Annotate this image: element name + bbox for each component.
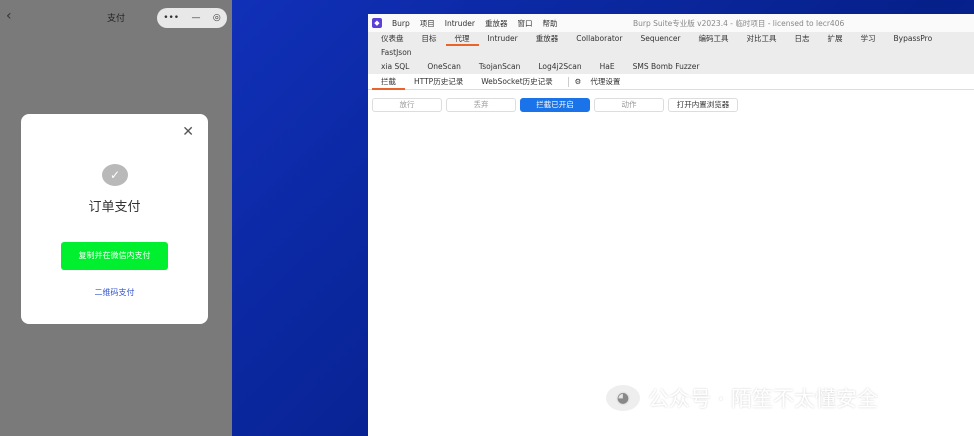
tab-target[interactable]: 目标: [413, 32, 446, 46]
tab-collaborator[interactable]: Collaborator: [567, 32, 631, 46]
gear-icon: ⚙: [574, 77, 582, 86]
more-icon[interactable]: •••: [163, 13, 179, 23]
tab-learn[interactable]: 学习: [852, 32, 885, 46]
wechat-icon: ◕: [606, 385, 640, 411]
divider: [567, 76, 569, 87]
subtab-http-history[interactable]: HTTP历史记录: [405, 74, 472, 90]
intercept-toggle[interactable]: 拦截已开启: [520, 98, 590, 112]
tab-repeater[interactable]: 重放器: [527, 32, 568, 46]
intercept-toolbar: 放行 丢弃 拦截已开启 动作 打开内置浏览器: [372, 98, 738, 112]
tab-fastjson[interactable]: FastJson: [372, 46, 421, 60]
close-circle-icon[interactable]: ◎: [213, 13, 221, 23]
main-tabs: 仪表盘 目标 代理 Intruder 重放器 Collaborator Sequ…: [368, 32, 974, 60]
menu-project[interactable]: 项目: [420, 18, 435, 29]
watermark-text: 公众号 · 陌笙不太懂安全: [648, 387, 879, 411]
tab-dashboard[interactable]: 仪表盘: [372, 32, 413, 46]
modal-title: 订单支付: [88, 200, 141, 215]
proxy-subtabs: 拦截 HTTP历史记录 WebSocket历史记录 ⚙ 代理设置: [368, 74, 974, 90]
payment-modal: ✕ ✓ 订单支付 复制并在微信内支付 二维码支付: [21, 114, 208, 324]
menu-window[interactable]: 窗口: [517, 18, 532, 29]
tab-sequencer[interactable]: Sequencer: [631, 32, 689, 46]
close-icon[interactable]: ✕: [182, 124, 194, 140]
menu-repeater[interactable]: 重放器: [485, 18, 508, 29]
tab-proxy[interactable]: 代理: [445, 32, 479, 46]
tab-hae[interactable]: HaE: [591, 60, 624, 74]
mini-program-capsule[interactable]: ••• — ◎: [157, 8, 227, 28]
tab-sms-bomb-fuzzer[interactable]: SMS Bomb Fuzzer: [624, 60, 709, 74]
tab-tsojanscan[interactable]: TsojanScan: [470, 60, 530, 74]
minimize-icon[interactable]: —: [192, 13, 201, 23]
phone-panel: ‹ 支付 ••• — ◎ ✕ ✓ 订单支付 复制并在微信内支付 二维码支付: [0, 0, 232, 436]
tab-onescan[interactable]: OneScan: [418, 60, 470, 74]
qr-pay-link[interactable]: 二维码支付: [21, 287, 208, 298]
menu-bar: ◆ Burp 项目 Intruder 重放器 窗口 帮助 Burp Suite专…: [368, 14, 974, 32]
tab-logger[interactable]: 日志: [786, 32, 819, 46]
burp-logo-icon: ◆: [372, 18, 382, 28]
tab-bypasspro[interactable]: BypassPro: [885, 32, 942, 46]
subtab-intercept[interactable]: 拦截: [372, 74, 405, 90]
tab-log4j2scan[interactable]: Log4j2Scan: [529, 60, 590, 74]
tab-comparer[interactable]: 对比工具: [738, 32, 786, 46]
subtab-websocket-history[interactable]: WebSocket历史记录: [472, 74, 561, 90]
tab-decoder[interactable]: 编码工具: [690, 32, 738, 46]
proxy-settings-button[interactable]: 代理设置: [581, 74, 629, 90]
open-browser-button[interactable]: 打开内置浏览器: [668, 98, 738, 112]
menu-burp[interactable]: Burp: [392, 19, 410, 28]
action-button[interactable]: 动作: [594, 98, 664, 112]
extension-tabs: xia SQL OneScan TsojanScan Log4j2Scan Ha…: [368, 60, 974, 74]
tab-xia-sql[interactable]: xia SQL: [372, 60, 418, 74]
tab-intruder[interactable]: Intruder: [479, 32, 527, 46]
menu-help[interactable]: 帮助: [542, 18, 557, 29]
drop-button[interactable]: 丢弃: [446, 98, 516, 112]
watermark: ◕ 公众号 · 陌笙不太懂安全: [606, 383, 878, 413]
tab-extensions[interactable]: 扩展: [819, 32, 852, 46]
menu-intruder[interactable]: Intruder: [445, 19, 475, 28]
forward-button[interactable]: 放行: [372, 98, 442, 112]
wechat-pay-icon: ✓: [102, 164, 128, 186]
burp-window: ◆ Burp 项目 Intruder 重放器 窗口 帮助 Burp Suite专…: [368, 14, 974, 436]
window-title: Burp Suite专业版 v2023.4 - 临时项目 - licensed …: [633, 19, 845, 28]
pay-button[interactable]: 复制并在微信内支付: [61, 242, 168, 270]
